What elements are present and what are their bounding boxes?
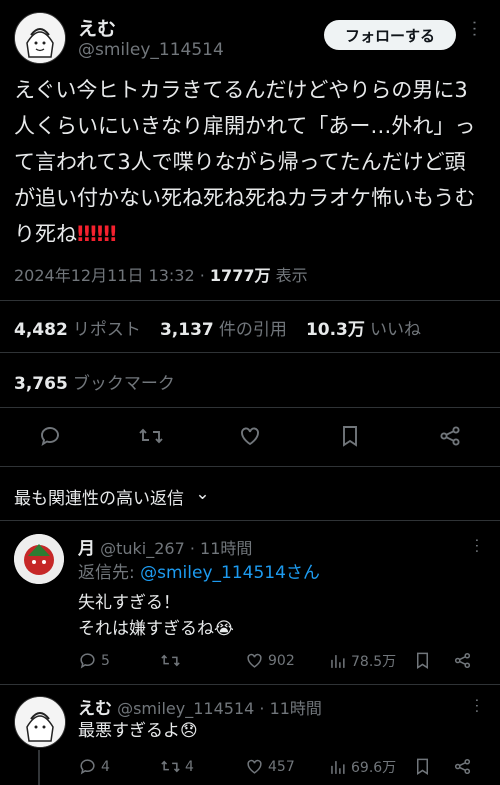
reply-line-2: それは嫌すぎるね [78,619,214,639]
reply-author-handle[interactable]: @tuki_267 [100,539,185,558]
avatar-illustration-icon [15,13,65,63]
bookmark-stat[interactable]: 3,765 ブックマーク [14,369,175,394]
reply-to-prefix: 返信先: [78,563,141,583]
reply-more-options-icon[interactable]: ··· [468,538,484,554]
reply-author-handle[interactable]: @smiley_114514 [117,699,254,718]
like-count: 10.3万 [305,320,365,340]
reply-reply-button[interactable]: 5 [78,651,110,670]
reply-count: 4 [101,758,110,775]
view-label: 表示 [275,266,308,285]
quote-count: 3,137 [159,320,214,340]
divider [0,520,500,521]
retweet-stat[interactable]: 4,482 リポスト [14,320,141,340]
reply-author-name[interactable]: えむ [78,699,112,719]
tweet-text: えぐい今ヒトカラきてるんだけどやりらの男に3人くらいにいきなり扉開かれて「あー…… [14,72,484,252]
retweet-icon [161,654,180,667]
bookmark-label: ブックマーク [72,374,175,394]
reply-sort-dropdown[interactable]: 最も関連性の高い返信 ⌄ [14,484,210,509]
views-chart-icon [331,760,345,774]
reply-avatar[interactable] [14,534,64,584]
reply-header: えむ @smiley_114514 · 11時間 [78,694,322,719]
author-name[interactable]: えむ [78,14,116,41]
chevron-down-icon: ⌄ [195,484,210,504]
bookmark-count: 3,765 [14,374,68,394]
reply-share-icon[interactable] [453,757,472,780]
reply-like-button[interactable]: 902 [245,651,295,670]
reply-share-icon[interactable] [453,651,472,674]
view-count: 1777万 [209,266,271,285]
reply-to-line: 返信先: @smiley_114514さん [78,560,320,586]
retweet-label: リポスト [72,320,141,340]
quote-stat[interactable]: 3,137 件の引用 [159,320,287,340]
divider [0,466,500,467]
double-exclamation-emoji: ‼‼‼ [77,222,117,246]
like-action-icon[interactable] [238,424,262,452]
quote-label: 件の引用 [218,320,287,340]
reply-time[interactable]: · 11時間 [259,699,322,718]
like-icon [247,653,262,668]
reply-bookmark-icon[interactable] [413,757,432,780]
retweet-action-icon[interactable] [138,424,164,452]
like-label: いいね [369,320,421,340]
bookmark-action-icon[interactable] [338,424,362,452]
avatar-illustration-icon [15,697,65,747]
reply-count: 5 [101,652,110,669]
like-count: 457 [268,758,295,775]
views-count: 69.6万 [351,760,397,776]
reply-reply-button[interactable]: 4 [78,757,110,776]
reply-icon [80,759,95,775]
views-count: 78.5万 [351,654,397,670]
reply-text: 失礼すぎる！ それは嫌すぎるね😭 [78,590,234,642]
thread-line [38,750,40,785]
reply-more-options-icon[interactable]: ··· [468,698,484,714]
divider [0,684,500,685]
reply-text: 最悪すぎるよ😞 [78,718,198,744]
retweet-count: 4,482 [14,320,68,340]
more-options-icon[interactable]: ··· [465,20,484,38]
divider [0,352,500,353]
reply-line-1: 最悪すぎるよ [78,721,180,741]
reply-to-link[interactable]: @smiley_114514さん [140,563,320,583]
reply-time[interactable]: · 11時間 [190,539,253,558]
reply-views-button[interactable]: 69.6万 [328,757,396,777]
views-chart-icon [331,654,345,668]
reply-action-icon[interactable] [38,424,62,452]
engagement-stats: 4,482 リポスト 3,137 件の引用 10.3万 いいね [14,315,421,340]
follow-button[interactable]: フォローする [324,20,456,50]
reply-author-name[interactable]: 月 [78,539,95,559]
reply-sort-label: 最も関連性の高い返信 [14,489,184,509]
like-count: 902 [268,652,295,669]
author-avatar[interactable] [14,12,66,64]
author-handle[interactable]: @smiley_114514 [78,40,224,60]
meta-separator: · [199,266,205,285]
tweet-meta: 2024年12月11日 13:32 · 1777万 表示 [14,262,308,286]
reply-line-1: 失礼すぎる！ [78,593,180,613]
crying-emoji: 😭 [214,619,234,639]
tweet-body: えぐい今ヒトカラきてるんだけどやりらの男に3人くらいにいきなり扉開かれて「あー…… [14,78,476,246]
divider [0,300,500,301]
reply-retweet-button[interactable] [160,651,185,670]
share-action-icon[interactable] [438,424,462,452]
retweet-icon [161,760,180,773]
disappointed-emoji: 😞 [180,721,198,741]
reply-header: 月 @tuki_267 · 11時間 [78,534,252,559]
like-icon [247,759,262,774]
like-stat[interactable]: 10.3万 いいね [305,320,421,340]
tweet-timestamp[interactable]: 2024年12月11日 13:32 [14,266,195,285]
retweet-count: 4 [185,758,194,775]
reply-retweet-button[interactable]: 4 [160,757,194,776]
reply-icon [80,653,95,669]
reply-like-button[interactable]: 457 [245,757,295,776]
avatar-illustration-icon [14,534,64,584]
reply-views-button[interactable]: 78.5万 [328,651,396,671]
divider [0,407,500,408]
reply-avatar[interactable] [14,696,66,748]
reply-bookmark-icon[interactable] [413,651,432,674]
